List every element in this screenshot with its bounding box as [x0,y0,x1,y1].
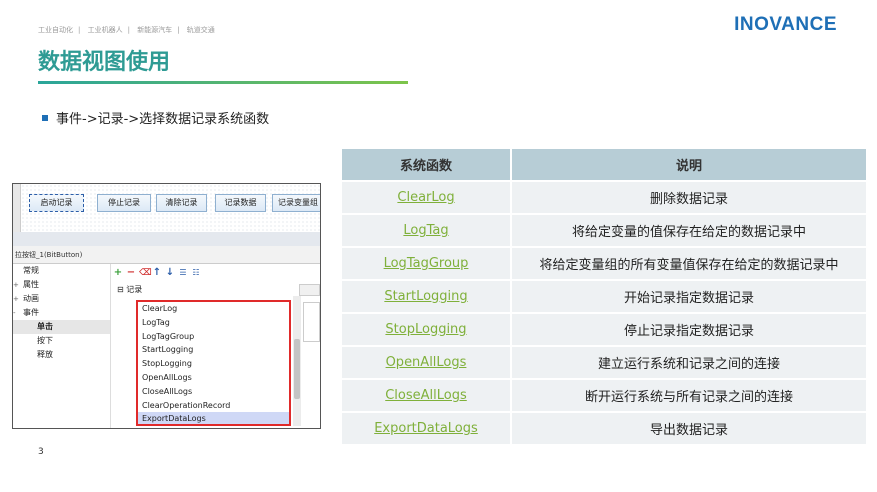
tree-item-label: 释放 [37,350,53,359]
tree-item-label: 事件 [23,308,39,317]
table-row: CloseAllLogs 断开运行系统与所有记录之间的连接 [342,380,866,411]
function-name-cell: LogTagGroup [342,248,512,279]
function-link[interactable]: LogTag [403,223,448,238]
tree-item-label: 动画 [23,294,39,303]
breadcrumb-item: 新能源汽车 [137,26,173,34]
page-number: 3 [38,447,44,457]
inovance-logo: INOVANCE [734,14,837,35]
tree-item-label: 按下 [37,336,53,345]
log-data-button[interactable]: 记录数据 [215,194,266,212]
breadcrumb-item: 工业自动化 [38,26,73,34]
table-row: LogTagGroup 将给定变量组的所有变量值保存在给定的数据记录中 [342,248,866,279]
tree-item-press[interactable]: 按下 [13,334,110,348]
tree-expander[interactable]: - [13,306,16,320]
description-cell: 开始记录指定数据记录 [512,281,866,312]
list-icon[interactable]: ☰ [178,268,188,278]
title-underline [38,81,408,84]
stop-log-button[interactable]: 停止记录 [97,194,151,212]
function-link[interactable]: StopLogging [385,322,466,337]
minus-icon[interactable]: − [126,268,136,278]
description-cell: 将给定变量组的所有变量值保存在给定的数据记录中 [512,248,866,279]
table-row: LogTag 将给定变量的值保存在给定的数据记录中 [342,215,866,246]
scrollbar-thumb[interactable] [294,339,300,399]
tree-item-label: 属性 [23,280,39,289]
function-item[interactable]: LogTagGroup [138,330,289,344]
tree-item-general[interactable]: 常规 [13,264,110,278]
description-cell: 导出数据记录 [512,413,866,444]
delete-icon[interactable]: ⌫ [139,268,152,278]
bullet-square-icon [42,114,48,121]
canvas-gutter [13,232,320,246]
breadcrumb-item: 轨道交通 [186,26,215,34]
event-config-screenshot: 启动记录 停止记录 清除记录 记录数据 记录变量组 拉按钮_1(BitButto… [12,183,321,429]
bullet-point: 事件->记录->选择数据记录系统函数 [42,108,269,127]
clear-log-button[interactable]: 清除记录 [156,194,207,212]
arrow-down-icon[interactable]: ↓ [165,268,175,278]
description-cell: 断开运行系统与所有记录之间的连接 [512,380,866,411]
page-title: 数据视图使用 [38,50,171,75]
tree-item-label: 单击 [37,322,53,331]
table-row: StopLogging 停止记录指定数据记录 [342,314,866,345]
function-link[interactable]: ClearLog [397,190,454,205]
breadcrumb-item: 工业机器人 [87,26,123,34]
description-cell: 将给定变量的值保存在给定的数据记录中 [512,215,866,246]
function-link[interactable]: OpenAllLogs [386,355,467,370]
function-item[interactable]: ClearOperationRecord [138,399,289,413]
log-tag-group-button[interactable]: 记录变量组 [272,194,320,212]
tree-item-properties[interactable]: + 属性 [13,278,110,292]
function-name-cell: ExportDataLogs [342,413,512,444]
table-header-row: 系统函数 说明 [342,149,866,180]
function-name-cell: CloseAllLogs [342,380,512,411]
column-header: 系统函数 [342,149,512,180]
description-cell: 停止记录指定数据记录 [512,314,866,345]
param-pane [303,302,320,342]
function-item[interactable]: LogTag [138,316,289,330]
tree-item-label: 常规 [23,266,39,275]
function-name-cell: StartLogging [342,281,512,312]
record-node-label: 记录 [126,285,143,294]
tree-expander[interactable]: + [13,292,19,306]
function-link[interactable]: CloseAllLogs [385,388,467,403]
tree-expander[interactable]: + [13,278,19,292]
table-row: OpenAllLogs 建立运行系统和记录之间的连接 [342,347,866,378]
function-name-cell: StopLogging [342,314,512,345]
property-panel-title: 拉按钮_1(BitButton) [13,246,320,264]
column-header: 说明 [512,149,866,180]
tree-item-release[interactable]: 释放 [13,348,110,362]
function-item[interactable]: StopLogging [138,357,289,371]
description-cell: 删除数据记录 [512,182,866,213]
tree-item-animation[interactable]: + 动画 [13,292,110,306]
table-row: ExportDataLogs 导出数据记录 [342,413,866,444]
arrow-up-icon[interactable]: ↑ [152,268,162,278]
list-alt-icon[interactable]: ☷ [191,268,201,278]
function-item-selected[interactable]: ExportDataLogs [138,412,289,424]
param-header [299,284,320,296]
breadcrumb: 工业自动化 | 工业机器人 | 新能源汽车 | 轨道交通 [38,26,215,34]
function-link[interactable]: StartLogging [384,289,467,304]
system-function-table: 系统函数 说明 ClearLog 删除数据记录 LogTag 将给定变量的值保存… [342,147,866,446]
plus-icon[interactable]: + [113,268,123,278]
description-cell: 建立运行系统和记录之间的连接 [512,347,866,378]
tree-item-click[interactable]: 单击 [13,320,110,334]
function-list: ClearLog LogTag LogTagGroup StartLogging… [136,300,291,426]
function-toolbar: + − ⌫ ↑ ↓ ☰ ☷ [113,266,201,280]
function-item[interactable]: ClearLog [138,302,289,316]
function-link[interactable]: ExportDataLogs [374,421,478,436]
tree-item-events[interactable]: - 事件 [13,306,110,320]
function-name-cell: LogTag [342,215,512,246]
record-node[interactable]: ⊟ 记录 [117,284,142,295]
property-tree: 常规 + 属性 + 动画 - 事件 单击 按下 释放 [13,264,111,428]
function-item[interactable]: OpenAllLogs [138,371,289,385]
function-link[interactable]: LogTagGroup [384,256,469,271]
function-name-cell: OpenAllLogs [342,347,512,378]
table-row: StartLogging 开始记录指定数据记录 [342,281,866,312]
bullet-text: 事件->记录->选择数据记录系统函数 [56,112,270,127]
function-item[interactable]: CloseAllLogs [138,385,289,399]
table-row: ClearLog 删除数据记录 [342,182,866,213]
function-name-cell: ClearLog [342,182,512,213]
start-log-button[interactable]: 启动记录 [29,194,84,212]
function-item[interactable]: StartLogging [138,343,289,357]
